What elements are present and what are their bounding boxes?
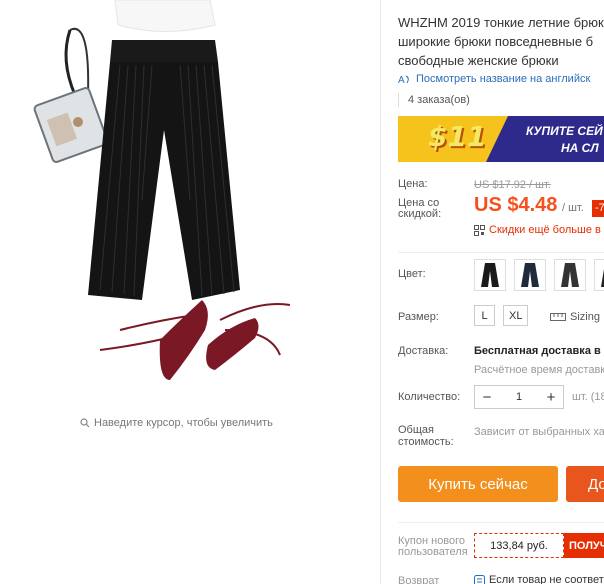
qr-code-icon — [474, 224, 485, 236]
section-divider — [398, 522, 604, 523]
panel-divider — [380, 0, 381, 584]
shipping-method[interactable]: Бесплатная доставка в I — [474, 345, 604, 357]
orders-count: 4 заказа(ов) — [408, 94, 470, 106]
svg-text:A: A — [398, 75, 405, 85]
size-label: Размер: — [398, 311, 439, 323]
pants-thumbnail — [561, 263, 579, 287]
color-options — [474, 259, 604, 291]
color-option[interactable] — [514, 259, 546, 291]
quantity-label: Количество: — [398, 391, 461, 403]
shipping-label: Доставка: — [398, 345, 449, 357]
discount-price: US $4.48 — [474, 194, 558, 216]
color-option[interactable] — [474, 259, 506, 291]
quantity-available: шт. (18 — [572, 391, 604, 403]
translate-icon: A — [398, 75, 409, 85]
banner-text: КУПИТЕ СЕЙ — [526, 124, 603, 138]
zoom-hint-text: Наведите курсор, чтобы увеличить — [94, 417, 273, 429]
product-image[interactable] — [30, 0, 330, 400]
size-options: L XL — [474, 305, 529, 326]
orders-separator — [398, 93, 399, 107]
product-title-line: WHZHM 2019 тонкие летние брюк — [398, 15, 604, 30]
product-title-line: широкие брюки повседневные б — [398, 34, 594, 49]
return-policy-icon — [474, 574, 485, 584]
get-coupon-button[interactable]: ПОЛУЧ — [564, 533, 604, 558]
quantity-stepper: − 1 + — [474, 385, 564, 409]
product-title: WHZHM 2019 тонкие летние брюк широкие бр… — [398, 13, 604, 70]
coupon-label-2: пользователя — [398, 546, 468, 558]
pants-thumbnail — [481, 263, 499, 287]
returns-info[interactable]: Если товар не соответ — [474, 574, 604, 584]
zoom-hint: Наведите курсор, чтобы увеличить — [80, 417, 273, 429]
more-discounts-link[interactable]: Скидки ещё больше в — [474, 224, 601, 236]
product-gallery: Наведите курсор, чтобы увеличить — [0, 0, 380, 584]
color-option[interactable] — [554, 259, 586, 291]
product-info: WHZHM 2019 тонкие летние брюк широкие бр… — [398, 0, 604, 584]
sizing-info-text: Sizing I — [570, 311, 604, 323]
total-value: Зависит от выбранных ха — [474, 426, 604, 438]
quantity-increase-button[interactable]: + — [539, 386, 563, 408]
quantity-decrease-button[interactable]: − — [475, 386, 499, 408]
sizing-info-link[interactable]: Sizing I — [550, 311, 604, 323]
coupon-value: 133,84 руб. — [474, 533, 564, 558]
translate-link-text: Посмотреть название на английск — [416, 73, 591, 85]
promo-banner[interactable]: $11 КУПИТЕ СЕЙ НА СЛ — [398, 116, 604, 162]
total-label-1: Общая — [398, 424, 434, 436]
returns-label: Возврат — [398, 575, 440, 584]
discount-price-label-2: скидкой: — [398, 208, 442, 220]
more-discounts-text: Скидки ещё больше в — [489, 224, 601, 236]
quantity-input[interactable]: 1 — [499, 391, 539, 403]
translate-link[interactable]: A Посмотреть название на английск — [398, 73, 590, 85]
banner-amount: $11 — [428, 120, 487, 153]
magnifier-icon — [80, 418, 90, 428]
section-divider — [398, 252, 604, 253]
color-label: Цвет: — [398, 268, 426, 280]
shipping-estimate: Расчётное время доставк — [474, 364, 604, 376]
pants-thumbnail — [521, 263, 539, 287]
price-unit: / шт. — [562, 202, 584, 214]
size-option[interactable]: L — [474, 305, 495, 326]
banner-text: НА СЛ — [561, 141, 599, 155]
old-price: US $17.92 / шт. — [474, 179, 551, 191]
total-label-2: стоимость: — [398, 436, 454, 448]
ruler-icon — [550, 313, 566, 321]
discount-badge: -7 — [592, 200, 604, 217]
buy-now-button[interactable]: Купить сейчас — [398, 466, 558, 502]
returns-text: Если товар не соответ — [489, 574, 604, 584]
pants-thumbnail — [601, 269, 604, 287]
add-to-cart-button[interactable]: До — [566, 466, 604, 502]
color-option[interactable] — [594, 259, 604, 291]
price-label: Цена: — [398, 178, 428, 190]
size-option[interactable]: XL — [503, 305, 529, 326]
product-title-line: свободные женские брюки — [398, 53, 559, 68]
